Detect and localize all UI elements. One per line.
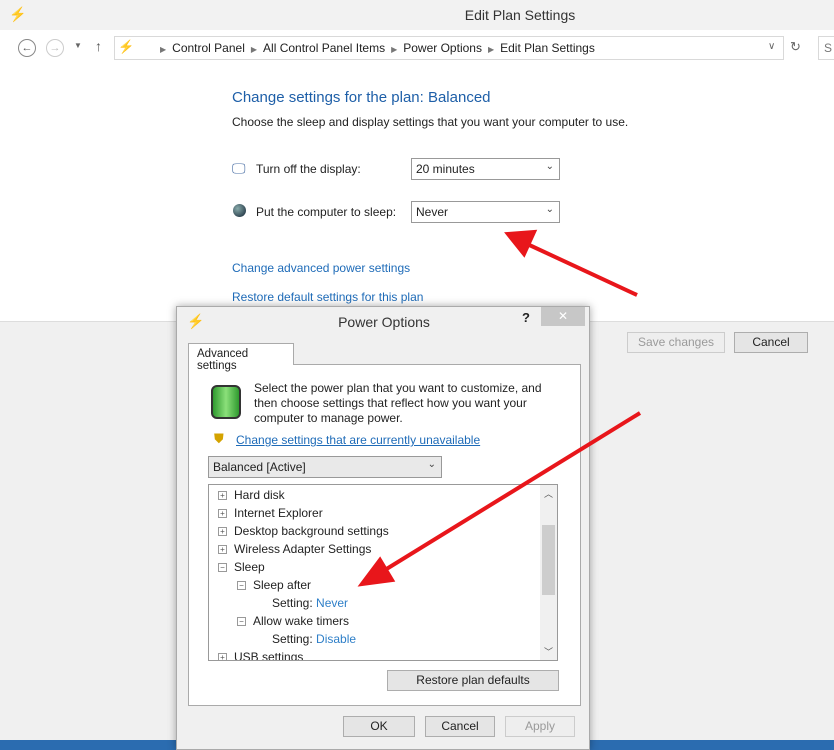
red-arrow-1 bbox=[524, 241, 638, 297]
annotation-arrows bbox=[357, 229, 642, 587]
red-arrow-1-head bbox=[504, 229, 538, 258]
red-arrow-2 bbox=[378, 411, 642, 575]
red-arrow-2-head bbox=[357, 556, 396, 587]
